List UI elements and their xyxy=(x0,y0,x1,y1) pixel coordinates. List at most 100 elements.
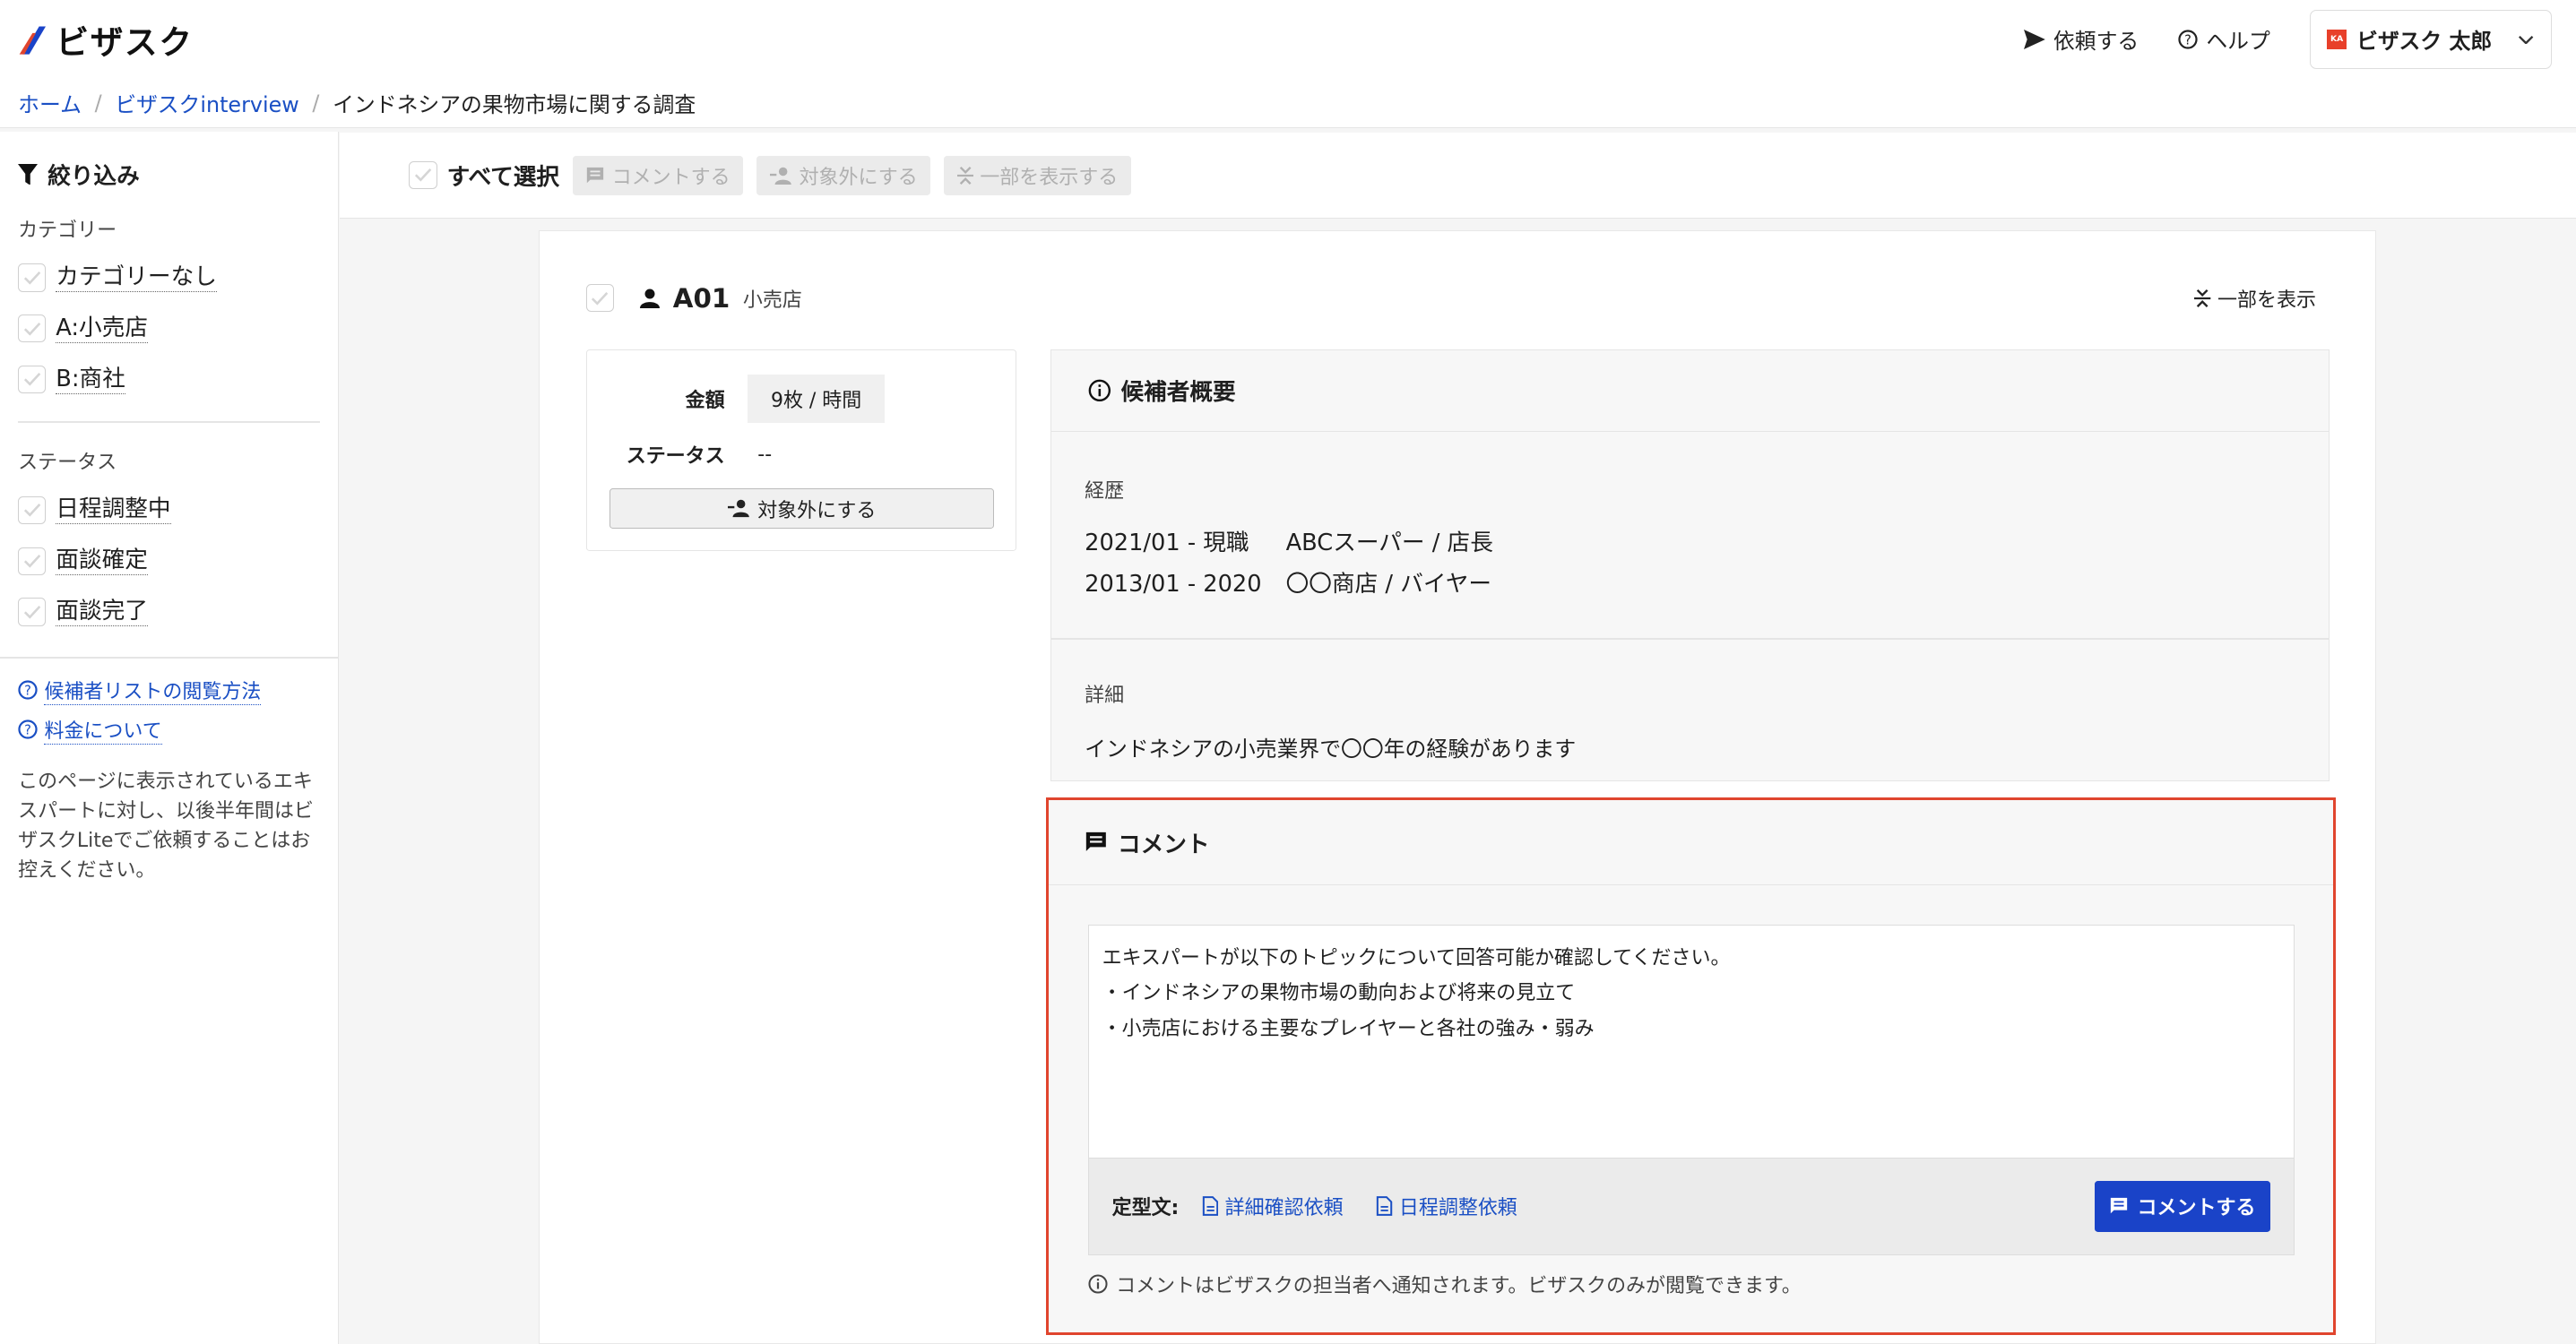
filter-category-none[interactable]: カテゴリーなし xyxy=(18,253,319,304)
filter-status-confirmed[interactable]: 面談確定 xyxy=(18,536,319,587)
checkbox[interactable] xyxy=(18,598,47,626)
checkbox[interactable] xyxy=(409,161,437,190)
career-period: 2021/01 - 現職 xyxy=(1085,529,1249,556)
comment-icon xyxy=(2109,1196,2129,1216)
person-remove-icon xyxy=(728,499,751,518)
filter-category-a[interactable]: A:小売店 xyxy=(18,303,319,354)
help-link-label: 料金について xyxy=(44,715,162,745)
checkbox[interactable] xyxy=(18,495,47,524)
help-circle-icon: ? xyxy=(2178,30,2198,49)
filter-icon xyxy=(18,163,39,185)
checkbox[interactable] xyxy=(18,366,47,394)
comment-submit-button[interactable]: コメントする xyxy=(2094,1180,2270,1232)
status-row: ステータス -- xyxy=(587,440,1016,469)
breadcrumb-separator: / xyxy=(94,90,102,116)
template-detail-link[interactable]: 詳細確認依頼 xyxy=(1202,1192,1344,1220)
fee-row: 金額 9枚 / 時間 xyxy=(587,375,1016,424)
comment-submit-label: コメントする xyxy=(2137,1197,2256,1220)
breadcrumb-home-link[interactable]: ホーム xyxy=(18,87,82,118)
help-link-viewing[interactable]: ? 候補者リストの閲覧方法 xyxy=(18,676,319,705)
bulk-comment-button[interactable]: コメントする xyxy=(572,155,744,195)
send-icon xyxy=(2023,29,2045,49)
select-all-label: すべて選択 xyxy=(446,164,560,192)
checkbox[interactable] xyxy=(18,314,47,343)
person-remove-icon xyxy=(769,167,793,185)
status-value: -- xyxy=(757,443,773,466)
select-all-checkbox[interactable]: すべて選択 xyxy=(409,159,559,192)
checkbox-label: 日程調整中 xyxy=(56,495,171,525)
bulk-exclude-label: 対象外にする xyxy=(799,166,918,189)
logo[interactable]: ビザスク xyxy=(16,15,194,64)
comment-icon xyxy=(585,166,605,185)
request-label: 依頼する xyxy=(2053,29,2139,55)
comment-panel: コメント エキスパートが以下のトピックについて回答可能か確認してください。 ・イ… xyxy=(1045,797,2337,1335)
bulk-show-part-label: 一部を表示する xyxy=(980,166,1119,189)
person-icon xyxy=(640,289,661,308)
info-icon xyxy=(1088,1274,1108,1294)
divider xyxy=(1051,638,2329,641)
filter-status-scheduling[interactable]: 日程調整中 xyxy=(18,485,319,536)
fee-label: 金額 xyxy=(685,390,725,413)
bulk-show-part-button[interactable]: 一部を表示する xyxy=(944,155,1131,195)
help-circle-icon: ? xyxy=(18,719,38,739)
breadcrumb-separator: / xyxy=(312,90,320,116)
request-button[interactable]: 依頼する xyxy=(2023,23,2139,55)
checkbox-label: 面談確定 xyxy=(56,547,148,576)
template-schedule-link[interactable]: 日程調整依頼 xyxy=(1376,1192,1517,1220)
summary-title: 候補者概要 xyxy=(1051,350,2329,433)
svg-text:?: ? xyxy=(2184,32,2191,47)
comment-note-text: コメントはビザスクの担当者へ通知されます。ビザスクのみが閲覧できます。 xyxy=(1116,1275,1802,1298)
comment-title: コメント xyxy=(1048,800,2334,886)
candidate-category: 小売店 xyxy=(742,289,802,312)
detail-text: インドネシアの小売業界で〇〇年の経験があります xyxy=(1085,736,1577,762)
comment-textarea[interactable]: エキスパートが以下のトピックについて回答可能か確認してください。 ・インドネシア… xyxy=(1087,925,2295,1159)
help-link-label: 候補者リストの閲覧方法 xyxy=(44,676,262,705)
user-menu-button[interactable]: KA ビザスク 太郎 xyxy=(2309,10,2553,69)
candidate-summary-panel: 候補者概要 経歴 2021/01 - 現職 ABCスーパー / 店長 2013/… xyxy=(1050,349,2330,781)
candidate-id: A01 xyxy=(672,282,730,314)
template-label: 定型文: xyxy=(1111,1197,1180,1220)
avatar: KA xyxy=(2327,30,2347,49)
fee-value: 9枚 / 時間 xyxy=(748,375,885,424)
status-label: ステータス xyxy=(626,445,725,469)
filter-status-completed[interactable]: 面談完了 xyxy=(18,587,319,638)
status-label: ステータス xyxy=(18,451,117,474)
divider xyxy=(0,657,338,659)
exclude-label: 対象外にする xyxy=(757,499,877,522)
template-schedule-label: 日程調整依頼 xyxy=(1398,1197,1517,1220)
comment-icon xyxy=(1085,831,1108,854)
breadcrumb-parent-link[interactable]: ビザスクinterview xyxy=(115,87,298,118)
career-period: 2013/01 - 2020 xyxy=(1085,570,1262,598)
comment-title-label: コメント xyxy=(1117,831,1210,858)
divider xyxy=(18,421,320,424)
checkbox[interactable] xyxy=(18,263,47,292)
exclude-button[interactable]: 対象外にする xyxy=(609,487,995,530)
candidate-checkbox[interactable] xyxy=(585,284,614,313)
help-circle-icon: ? xyxy=(18,680,38,700)
user-name: ビザスク 太郎 xyxy=(2356,29,2493,55)
info-icon xyxy=(1088,379,1111,402)
bulk-toolbar: すべて選択 コメントする 対象外にする 一部を表示する xyxy=(340,133,2576,219)
svg-text:?: ? xyxy=(24,684,31,699)
comment-note: コメントはビザスクの担当者へ通知されます。ビザスクのみが閲覧できます。 xyxy=(1088,1270,1802,1298)
bulk-exclude-button[interactable]: 対象外にする xyxy=(756,155,931,195)
logo-mark-icon xyxy=(16,22,52,57)
comment-action-bar: 定型文: 詳細確認依頼 日程調整依頼 コメントする xyxy=(1087,1158,2295,1255)
chevron-down-icon xyxy=(2518,35,2534,45)
app-header: ビザスク 依頼する ? ヘルプ KA ビザスク 太郎 xyxy=(0,0,2576,79)
breadcrumb-current: インドネシアの果物市場に関する調査 xyxy=(333,92,696,118)
career-item: 2021/01 - 現職 ABCスーパー / 店長 xyxy=(1085,523,2295,564)
checkbox-label: A:小売店 xyxy=(56,314,149,343)
career-org: ABCスーパー / 店長 xyxy=(1285,529,1493,556)
candidate-info-box: 金額 9枚 / 時間 ステータス -- 対象外にする xyxy=(585,349,1016,552)
checkbox-label: B:商社 xyxy=(56,366,125,394)
filter-sidebar: 絞り込み カテゴリー カテゴリーなし A:小売店 B:商社 ステータス 日程調整… xyxy=(0,131,339,1344)
help-button[interactable]: ? ヘルプ xyxy=(2178,23,2270,55)
document-icon xyxy=(1376,1196,1393,1217)
filter-category-b[interactable]: B:商社 xyxy=(18,354,319,405)
summary-title-label: 候補者概要 xyxy=(1120,379,1236,407)
candidate-card: A01 小売店 一部を表示 金額 9枚 / 時間 ステータス -- 対象外にする xyxy=(539,229,2376,1344)
show-part-button[interactable]: 一部を表示 xyxy=(2194,284,2316,313)
help-link-pricing[interactable]: ? 料金について xyxy=(18,715,319,745)
checkbox[interactable] xyxy=(18,547,47,575)
